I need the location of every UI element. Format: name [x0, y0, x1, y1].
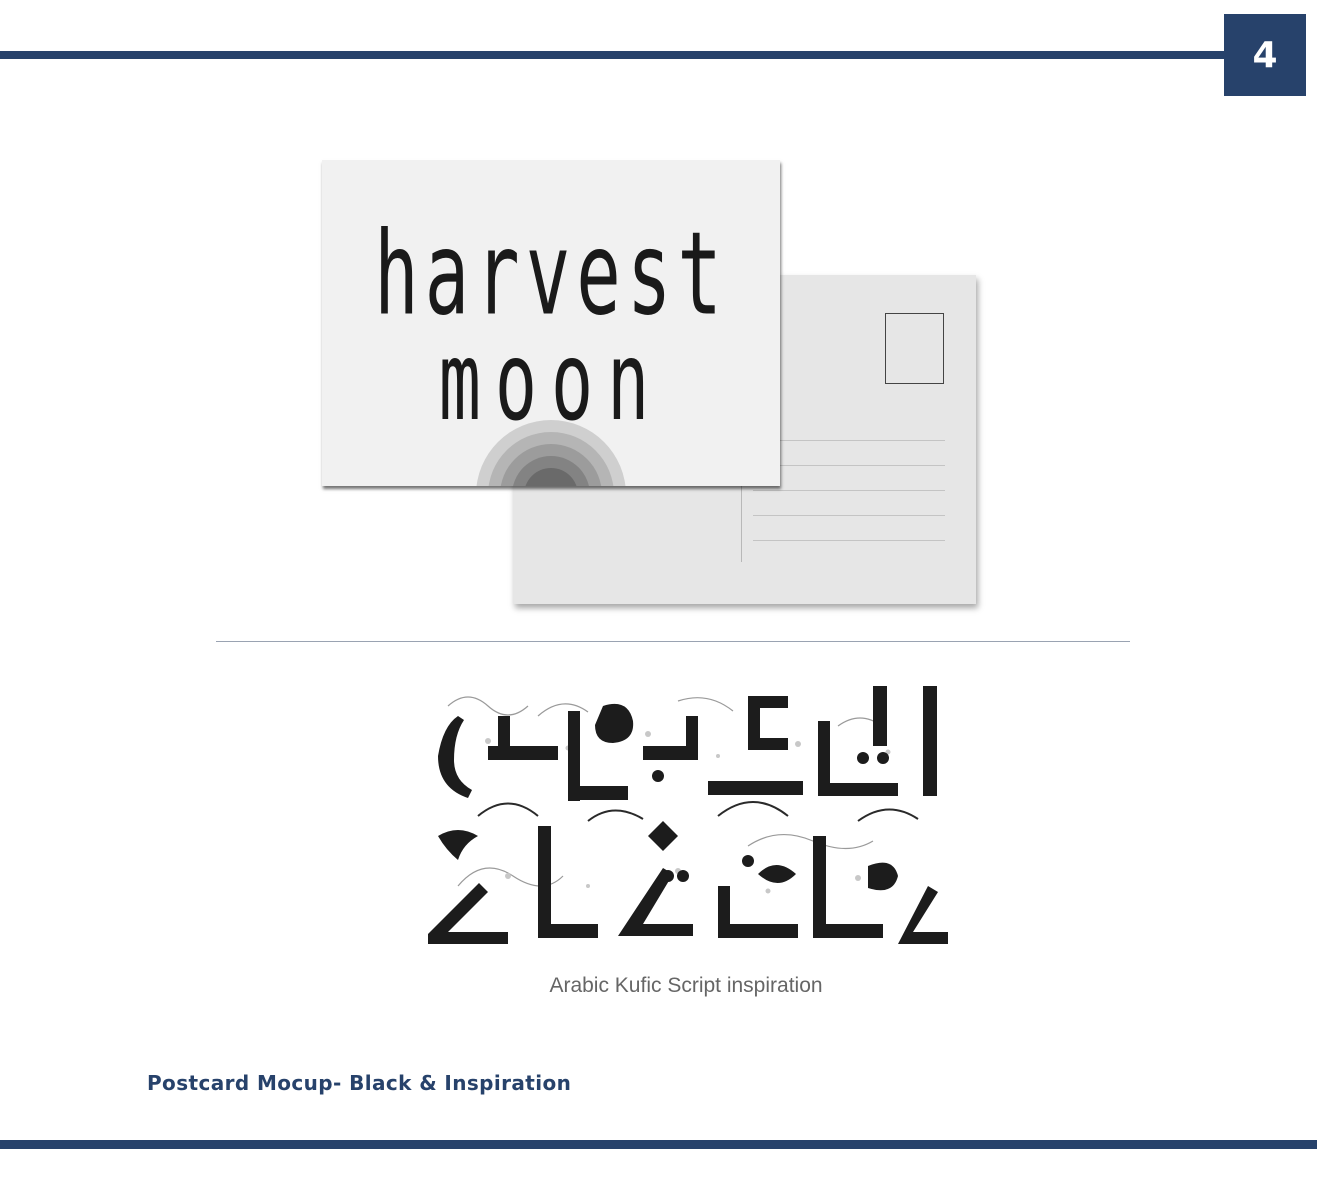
page-number-badge: 4: [1224, 14, 1306, 96]
top-rule: [0, 51, 1226, 59]
postcard-front: harvest moon: [322, 160, 780, 486]
section-separator: [216, 641, 1130, 642]
address-line: [753, 490, 945, 491]
address-line: [753, 515, 945, 516]
stamp-box: [885, 313, 944, 384]
address-line: [753, 440, 945, 441]
postcard-title-line2: moon: [438, 318, 664, 446]
address-line: [753, 465, 945, 466]
kufic-script-image: [418, 686, 954, 954]
address-line: [753, 540, 945, 541]
section-title: Postcard Mocup- Black & Inspiration: [147, 1071, 572, 1095]
bottom-rule: [0, 1140, 1317, 1149]
image-caption: Arabic Kufic Script inspiration: [549, 974, 823, 997]
